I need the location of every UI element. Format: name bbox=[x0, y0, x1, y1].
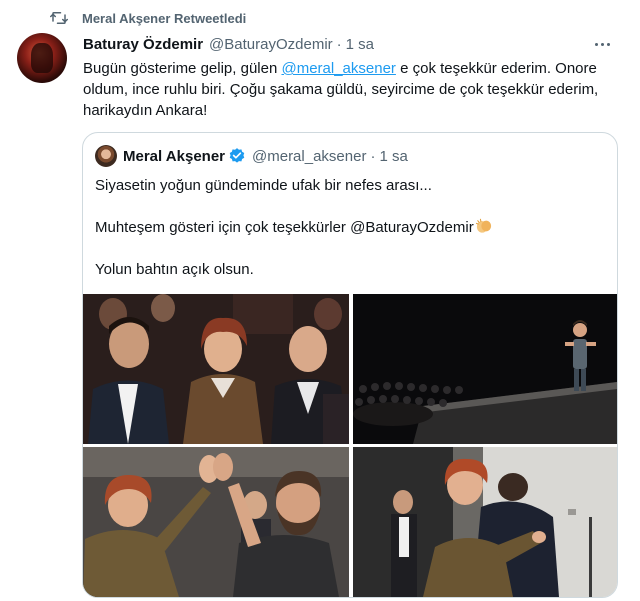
tweet-text: Bugün gösterime gelip, gülen @meral_akse… bbox=[83, 58, 623, 121]
verified-badge-icon bbox=[229, 148, 245, 163]
quoted-author-handle: @meral_aksener bbox=[252, 147, 367, 165]
author-name[interactable]: Baturay Özdemir bbox=[83, 36, 203, 53]
separator-dot: · bbox=[336, 35, 342, 53]
quoted-tweet-time: 1 sa bbox=[379, 147, 408, 165]
photo-stage[interactable] bbox=[353, 294, 617, 444]
retweet-context[interactable]: Meral Akşener Retweetledi bbox=[50, 8, 246, 28]
photo-audience[interactable] bbox=[83, 294, 349, 444]
author-handle[interactable]: @BaturayOzdemir bbox=[209, 36, 333, 53]
quoted-separator-dot: · bbox=[370, 147, 376, 165]
quoted-tweet-header: Meral Akşener @meral_aksener · 1 sa bbox=[95, 145, 408, 167]
photo-stage-image bbox=[353, 294, 617, 444]
quoted-line-1: Siyasetin yoğun gündeminde ufak bir nefe… bbox=[95, 177, 432, 194]
mention-link[interactable]: @meral_aksener bbox=[281, 60, 395, 77]
tweet-text-start: Bugün gösterime gelip, gülen bbox=[83, 60, 282, 77]
clapping-hands-icon bbox=[475, 218, 491, 233]
more-options-icon[interactable] bbox=[592, 36, 612, 52]
photo-high-five-image bbox=[83, 447, 349, 597]
quoted-tweet-text: Siyasetin yoğun gündeminde ufak bir nefe… bbox=[95, 175, 605, 280]
photo-grid bbox=[83, 294, 617, 597]
quoted-line-2: Muhteşem gösteri için çok teşekkürler @B… bbox=[95, 217, 605, 238]
quoted-author-name: Meral Akşener bbox=[123, 147, 225, 165]
quoted-tweet[interactable]: Meral Akşener @meral_aksener · 1 sa Siya… bbox=[82, 132, 618, 598]
photo-high-five[interactable] bbox=[83, 447, 349, 597]
photo-hug-image bbox=[353, 447, 617, 597]
author-avatar[interactable] bbox=[17, 33, 67, 83]
photo-audience-image bbox=[83, 294, 349, 444]
photo-hug[interactable] bbox=[353, 447, 617, 597]
quoted-line-2-text: Muhteşem gösteri için çok teşekkürler @B… bbox=[95, 219, 474, 236]
retweet-label[interactable]: Meral Akşener Retweetledi bbox=[82, 11, 246, 26]
tweet-header: Baturay Özdemir @BaturayOzdemir · 1 sa bbox=[83, 34, 620, 54]
quoted-author-avatar bbox=[95, 145, 117, 167]
quoted-line-3: Yolun bahtın açık olsun. bbox=[95, 261, 254, 278]
tweet-time[interactable]: 1 sa bbox=[346, 36, 374, 53]
retweet-icon bbox=[50, 12, 68, 24]
